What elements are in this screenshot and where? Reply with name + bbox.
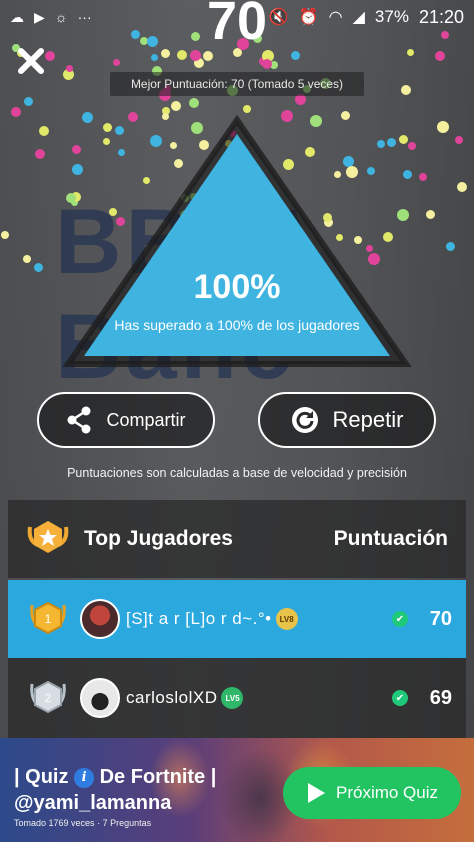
confetti-dot (171, 101, 181, 111)
repeat-button[interactable]: Repetir (258, 392, 436, 448)
leaderboard-header: Top Jugadores Puntuación (8, 500, 466, 578)
player-name: [S]t a r [L]o r d~.°• (126, 609, 272, 628)
gold-medal-icon: 1 (30, 601, 66, 635)
quiz-author: @yami_lamanna (14, 792, 172, 814)
player-name: carloslolXD (126, 688, 218, 707)
percent-description: Has superado a 100% de los jugadores (114, 317, 360, 333)
next-quiz-label: Próximo Quiz (335, 783, 439, 802)
close-icon (18, 48, 44, 74)
trophy-icon (27, 521, 69, 553)
leaderboard-title: Top Jugadores (84, 527, 233, 550)
svg-text:2: 2 (45, 691, 52, 705)
quiz-times-taken: Tomado 1769 veces (14, 818, 95, 828)
player-score: 69 (429, 686, 452, 709)
play-icon (307, 783, 325, 803)
info-icon: i (74, 768, 95, 788)
confetti-dot (24, 97, 33, 106)
next-quiz-button[interactable]: Próximo Quiz (283, 767, 461, 819)
confetti-dot (66, 65, 73, 72)
confetti-dot (203, 51, 213, 61)
confetti-dot (437, 121, 449, 133)
confetti-dot (11, 107, 21, 117)
quiz-title[interactable]: | Quiz i De Fortnite | @yami_lamanna (14, 764, 216, 816)
confetti-dot (39, 126, 49, 136)
confetti-dot (1, 231, 9, 239)
confetti-dot (189, 98, 199, 108)
player-score: 70 (429, 607, 452, 630)
level-badge: LV8 (275, 608, 298, 630)
share-button[interactable]: Compartir (37, 392, 215, 448)
level-badge: LV5 (221, 687, 244, 709)
confetti-dot (35, 149, 45, 159)
confetti-dot (446, 242, 455, 251)
confetti-dot (23, 255, 31, 263)
score-column-header: Puntuación (333, 527, 448, 550)
confetti-dot (151, 54, 158, 61)
best-score-label: Mejor Puntuación: 70 (Tomado 5 veces) (110, 72, 364, 96)
quiz-question-count: 7 Preguntas (102, 818, 152, 828)
confetti-dot (435, 51, 445, 61)
confetti-dot (455, 136, 463, 144)
confetti-dot (419, 173, 427, 181)
confetti-dot (457, 182, 467, 192)
quiz-meta: Tomado 1769 veces · 7 Preguntas (14, 818, 152, 828)
silver-medal-icon: 2 (30, 680, 66, 714)
leaderboard-row[interactable]: 1 [S]t a r [L]o r d~.°• LV8 ✔ 70 (8, 580, 466, 658)
avatar[interactable] (80, 678, 120, 718)
check-icon: ✔ (392, 611, 408, 627)
confetti-dot (291, 51, 300, 60)
svg-text:1: 1 (45, 612, 52, 626)
scoring-note: Puntuaciones son calculadas a base de ve… (67, 466, 407, 480)
quiz-title-prefix: | Quiz (14, 766, 75, 788)
share-label: Compartir (106, 409, 186, 430)
percent-value: 100% (193, 268, 281, 306)
confetti-dot (113, 59, 120, 66)
refresh-icon (291, 407, 318, 433)
repeat-label: Repetir (332, 407, 404, 432)
leaderboard-row[interactable]: 2 carloslolXD LV5 ✔ 69 (8, 658, 466, 738)
confetti-dot (401, 85, 411, 95)
close-button[interactable] (14, 46, 48, 80)
confetti-dot (426, 210, 435, 219)
avatar[interactable] (80, 599, 120, 639)
check-icon: ✔ (392, 690, 408, 706)
quiz-title-suffix: De Fortnite | (94, 766, 217, 788)
share-icon (67, 406, 91, 434)
result-triangle (62, 112, 412, 372)
confetti-dot (262, 59, 272, 69)
score-value: 70 (206, 0, 268, 51)
